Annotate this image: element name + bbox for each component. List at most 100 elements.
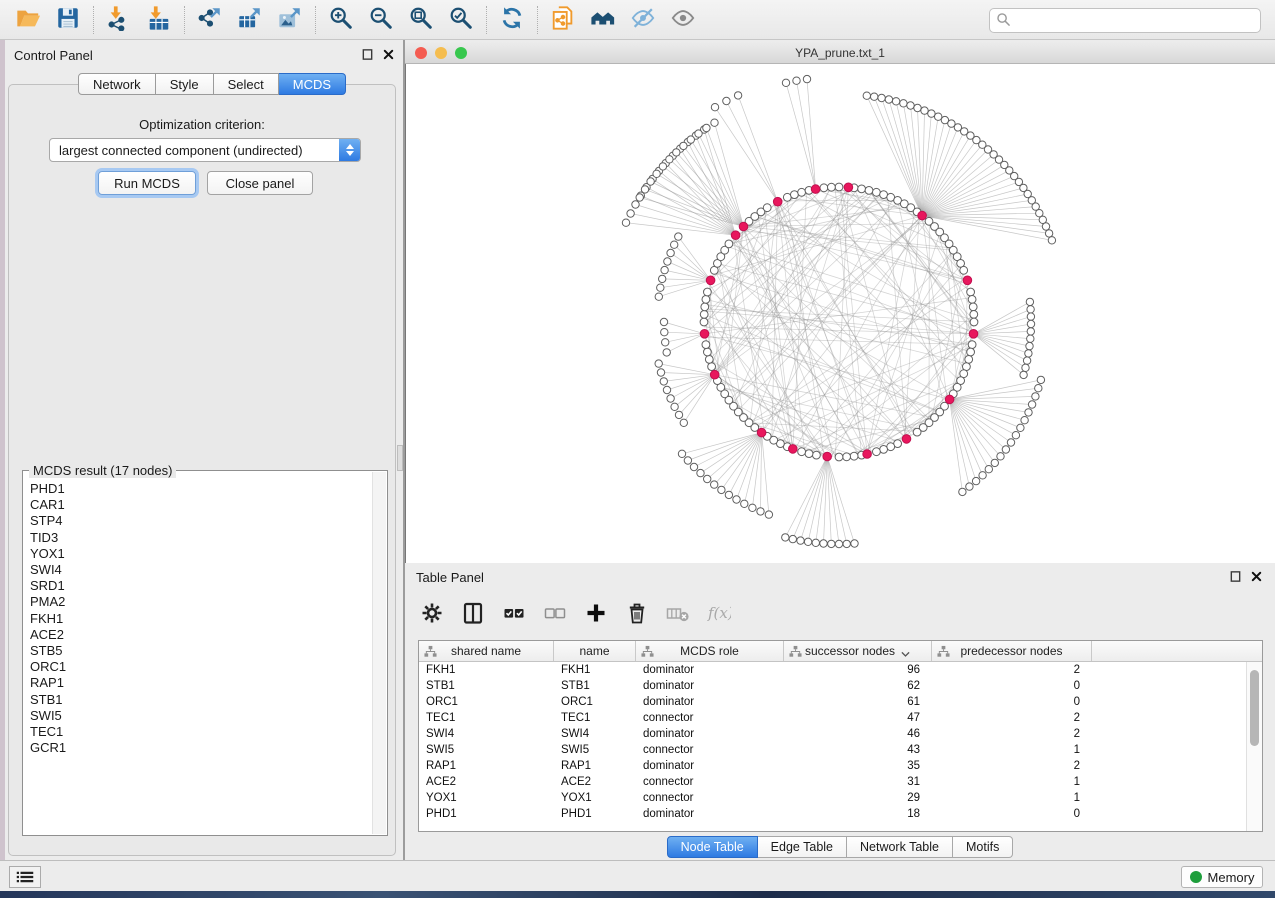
close-panel-icon[interactable] [1250,570,1263,586]
cell-mcds_role[interactable]: connector [636,792,784,804]
cell-shared_name[interactable]: ORC1 [419,696,554,708]
network-window-titlebar[interactable]: YPA_prune.txt_1 [405,42,1275,64]
import-network-button[interactable] [99,4,139,36]
cell-mcds_role[interactable]: dominator [636,696,784,708]
cell-successor_nodes[interactable]: 62 [784,680,932,692]
first-neighbors-button[interactable] [583,4,623,36]
column-header-successor_nodes[interactable]: successor nodes [784,641,932,661]
deselect-all-button[interactable] [542,601,568,627]
cell-predecessor_nodes[interactable]: 0 [932,680,1092,692]
cell-successor_nodes[interactable]: 43 [784,744,932,756]
cell-shared_name[interactable]: SWI4 [419,728,554,740]
cell-shared_name[interactable]: YOX1 [419,792,554,804]
zoom-fit-button[interactable] [401,4,441,36]
float-window-icon[interactable] [1229,570,1242,586]
mcds-result-item[interactable]: TEC1 [30,724,372,740]
close-panel-icon[interactable] [382,48,395,64]
cell-mcds_role[interactable]: dominator [636,808,784,820]
mcds-result-item[interactable]: GCR1 [30,740,372,756]
zoom-out-button[interactable] [361,4,401,36]
cell-name[interactable]: FKH1 [554,664,636,676]
tab-node-table[interactable]: Node Table [667,836,758,858]
mcds-result-item[interactable]: RAP1 [30,675,372,691]
cell-shared_name[interactable]: PHD1 [419,808,554,820]
column-header-mcds_role[interactable]: MCDS role [636,641,784,661]
mcds-result-item[interactable]: STP4 [30,513,372,529]
cell-predecessor_nodes[interactable]: 1 [932,792,1092,804]
task-history-button[interactable] [9,866,41,888]
close-panel-button[interactable]: Close panel [207,171,313,195]
cell-name[interactable]: YOX1 [554,792,636,804]
tab-network-table[interactable]: Network Table [847,836,953,858]
cell-predecessor_nodes[interactable]: 2 [932,760,1092,772]
zoom-in-button[interactable] [321,4,361,36]
panel-splitter[interactable] [397,40,405,860]
cell-successor_nodes[interactable]: 47 [784,712,932,724]
export-network-button[interactable] [190,4,230,36]
mcds-result-item[interactable]: ORC1 [30,659,372,675]
network-graph[interactable] [406,64,1274,563]
cell-successor_nodes[interactable]: 61 [784,696,932,708]
mcds-result-item[interactable]: FKH1 [30,611,372,627]
mcds-result-item[interactable]: YOX1 [30,546,372,562]
column-header-name[interactable]: name [554,641,636,661]
mcds-result-item[interactable]: TID3 [30,530,372,546]
cell-name[interactable]: PHD1 [554,808,636,820]
mcds-result-item[interactable]: CAR1 [30,497,372,513]
trash-button[interactable] [624,601,650,627]
mcds-result-item[interactable]: SRD1 [30,578,372,594]
zoom-selected-button[interactable] [441,4,481,36]
cell-successor_nodes[interactable]: 46 [784,728,932,740]
cell-successor_nodes[interactable]: 31 [784,776,932,788]
cell-successor_nodes[interactable]: 96 [784,664,932,676]
column-header-predecessor_nodes[interactable]: predecessor nodes [932,641,1092,661]
optimization-criterion-select[interactable]: largest connected component (undirected) [49,138,361,162]
cell-predecessor_nodes[interactable]: 2 [932,664,1092,676]
tab-style[interactable]: Style [156,73,214,95]
cell-predecessor_nodes[interactable]: 1 [932,776,1092,788]
cell-mcds_role[interactable]: dominator [636,760,784,772]
cell-mcds_role[interactable]: connector [636,776,784,788]
export-image-button[interactable] [270,4,310,36]
cell-successor_nodes[interactable]: 29 [784,792,932,804]
open-file-button[interactable] [8,4,48,36]
cell-mcds_role[interactable]: dominator [636,664,784,676]
cell-name[interactable]: TEC1 [554,712,636,724]
show-all-button[interactable] [663,4,703,36]
table-row[interactable]: PHD1PHD1dominator180 [419,806,1246,822]
import-table-button[interactable] [139,4,179,36]
mcds-result-item[interactable]: ACE2 [30,627,372,643]
cell-successor_nodes[interactable]: 35 [784,760,932,772]
duplicate-network-button[interactable] [543,4,583,36]
cell-shared_name[interactable]: STB1 [419,680,554,692]
table-row[interactable]: TEC1TEC1connector472 [419,710,1246,726]
cell-name[interactable]: RAP1 [554,760,636,772]
cell-shared_name[interactable]: TEC1 [419,712,554,724]
scrollbar-thumb[interactable] [1250,670,1259,746]
cell-name[interactable]: ORC1 [554,696,636,708]
table-row[interactable]: SWI4SWI4dominator462 [419,726,1246,742]
mcds-result-item[interactable]: SWI4 [30,562,372,578]
table-row[interactable]: YOX1YOX1connector291 [419,790,1246,806]
cell-shared_name[interactable]: FKH1 [419,664,554,676]
cell-mcds_role[interactable]: dominator [636,728,784,740]
tab-motifs[interactable]: Motifs [953,836,1013,858]
cell-predecessor_nodes[interactable]: 2 [932,712,1092,724]
search-input[interactable] [1011,11,1260,31]
table-row[interactable]: SWI5SWI5connector431 [419,742,1246,758]
mcds-result-item[interactable]: PHD1 [30,481,372,497]
cell-mcds_role[interactable]: connector [636,712,784,724]
search-box[interactable] [989,8,1261,33]
mcds-result-item[interactable]: PMA2 [30,594,372,610]
save-session-button[interactable] [48,4,88,36]
refresh-network-button[interactable] [492,4,532,36]
table-row[interactable]: RAP1RAP1dominator352 [419,758,1246,774]
cell-predecessor_nodes[interactable]: 0 [932,808,1092,820]
table-row[interactable]: ACE2ACE2connector311 [419,774,1246,790]
splitter-grip[interactable] [397,445,403,471]
network-canvas[interactable] [405,64,1275,563]
cell-mcds_role[interactable]: connector [636,744,784,756]
node-table-scrollbar[interactable] [1246,662,1262,831]
table-row[interactable]: ORC1ORC1dominator610 [419,694,1246,710]
cell-name[interactable]: STB1 [554,680,636,692]
